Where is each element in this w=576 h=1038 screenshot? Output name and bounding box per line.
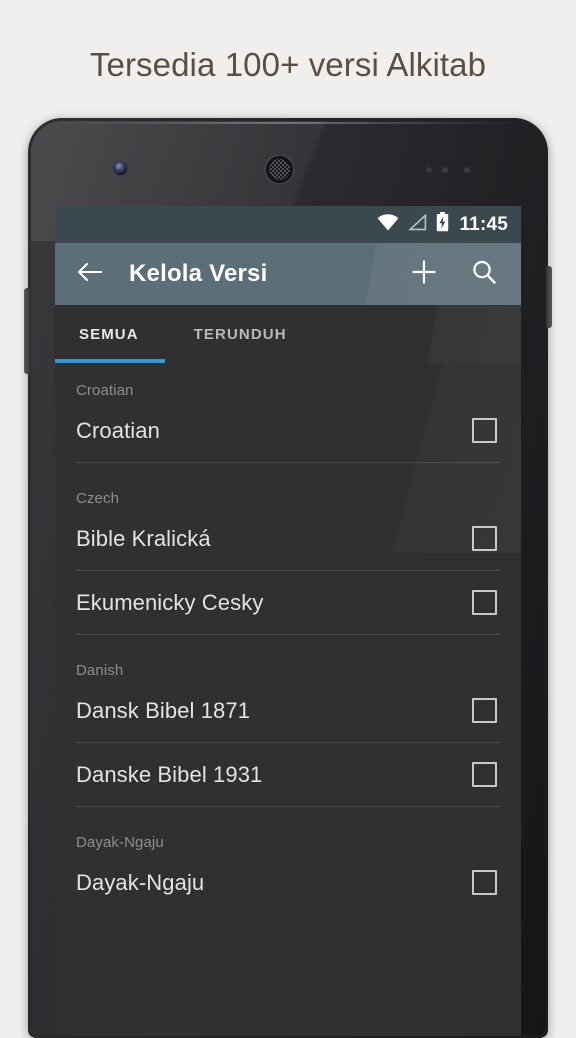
battery-charging-icon	[436, 212, 449, 237]
screen-glare	[321, 305, 521, 363]
action-bar-title: Kelola Versi	[129, 260, 268, 287]
version-checkbox[interactable]	[472, 418, 497, 443]
version-name: Croatian	[76, 417, 160, 443]
version-checkbox[interactable]	[472, 526, 497, 551]
version-name: Danske Bibel 1931	[76, 761, 263, 787]
list-item[interactable]: Danske Bibel 1931	[55, 743, 521, 806]
group-header-danish: Danish	[76, 662, 124, 679]
list-item[interactable]: Ekumenicky Cesky	[55, 571, 521, 634]
list-item[interactable]: Dayak-Ngaju	[55, 851, 521, 914]
notification-led	[464, 167, 470, 173]
tab-bar: SEMUA TERUNDUH	[55, 305, 521, 363]
list-item[interactable]: Dansk Bibel 1871	[55, 679, 521, 742]
wifi-icon	[377, 213, 399, 236]
light-sensor	[442, 167, 448, 173]
search-button[interactable]	[464, 254, 504, 294]
search-icon	[471, 259, 497, 290]
tab-semua[interactable]: SEMUA	[55, 305, 165, 363]
version-name: Bible Kralická	[76, 525, 211, 551]
action-bar: Kelola Versi	[55, 243, 521, 305]
status-bar: 11:45	[55, 206, 521, 243]
page-title: Tersedia 100+ versi Alkitab	[89, 46, 487, 83]
tab-label: TERUNDUH	[193, 325, 287, 343]
version-name: Dansk Bibel 1871	[76, 697, 251, 723]
tab-label: SEMUA	[79, 325, 139, 343]
bezel-highlight	[38, 122, 538, 124]
volume-rocker-button[interactable]	[24, 288, 30, 374]
plus-icon	[411, 259, 437, 290]
phone-screen: 11:45 Kelola Versi SEMUA TERUNDUH Croati…	[55, 206, 521, 1036]
version-checkbox[interactable]	[472, 870, 497, 895]
proximity-sensor	[426, 167, 432, 173]
version-name: Ekumenicky Cesky	[76, 589, 264, 615]
phone-device: 11:45 Kelola Versi SEMUA TERUNDUH Croati…	[24, 118, 552, 1038]
tab-terunduh[interactable]: TERUNDUH	[190, 305, 291, 363]
group-header-dayak-ngaju: Dayak-Ngaju	[76, 834, 164, 851]
status-bar-clock: 11:45	[459, 213, 508, 235]
power-button[interactable]	[546, 266, 552, 328]
version-checkbox[interactable]	[472, 590, 497, 615]
back-button[interactable]	[72, 257, 106, 291]
add-version-button[interactable]	[404, 254, 444, 294]
back-arrow-icon	[76, 261, 103, 288]
front-camera	[114, 162, 127, 175]
earpiece-speaker-icon	[266, 156, 293, 183]
version-checkbox[interactable]	[472, 762, 497, 787]
version-name: Dayak-Ngaju	[76, 869, 205, 895]
group-header-croatian: Croatian	[76, 382, 134, 399]
version-checkbox[interactable]	[472, 698, 497, 723]
versions-list[interactable]: Croatian Croatian Czech Bible Kralická E…	[55, 363, 521, 1036]
list-item[interactable]: Bible Kralická	[55, 507, 521, 570]
group-header-czech: Czech	[76, 490, 120, 507]
cell-signal-empty-icon	[408, 212, 427, 236]
list-item[interactable]: Croatian	[55, 399, 521, 462]
